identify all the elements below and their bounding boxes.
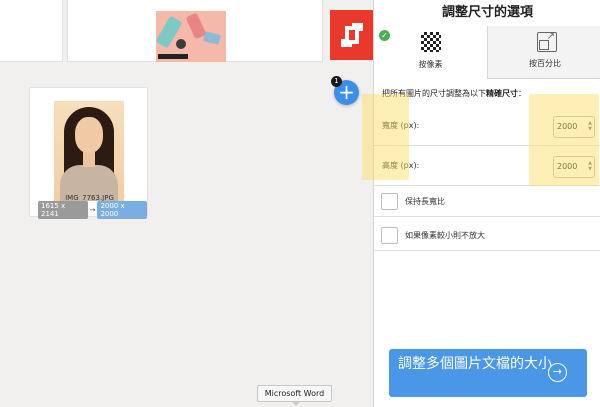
keep-aspect-label: 保持長寬比	[405, 197, 445, 206]
heading-emphasis: 精確尺寸	[486, 89, 518, 98]
highlight-mark	[362, 94, 409, 180]
dock-tooltip: Microsoft Word	[257, 385, 332, 406]
strip-thumbnail[interactable]	[67, 0, 323, 62]
checkerboard-icon	[421, 32, 441, 52]
portrait-thumbnail	[54, 101, 124, 201]
resize-options-panel: 調整尺寸的選項 ✓ 按像素 按百分比 把所有圖片的尺寸調整為以下精確尺寸： 寬度…	[362, 0, 600, 407]
heading-colon: ：	[518, 89, 526, 98]
check-icon: ✓	[379, 30, 390, 41]
original-size-badge: 1615 x 2141	[38, 200, 88, 219]
thumbnail-strip	[0, 0, 373, 66]
arrow-right-circle-icon: →	[548, 363, 567, 382]
highlight-mark	[529, 94, 599, 186]
tab-by-percentage[interactable]: 按百分比	[488, 26, 600, 79]
keep-aspect-row[interactable]: 保持長寬比	[374, 187, 600, 217]
workspace: + 1 IMG_7763.JPG 1615 x 2141 → 2000 x 20…	[0, 0, 373, 407]
file-card[interactable]: IMG_7763.JPG 1615 x 2141 → 2000 x 2000	[29, 87, 148, 219]
artwork-thumbnail	[156, 11, 226, 62]
resize-images-button[interactable]: 調整多個圖片文檔的大小 →	[389, 349, 587, 397]
mode-tabs: ✓ 按像素 按百分比	[374, 26, 600, 79]
tab-label: 按像素	[418, 60, 443, 69]
resize-icon	[537, 31, 557, 52]
no-enlarge-label: 如果像素較小則不放大	[405, 231, 485, 240]
file-count-badge: 1	[331, 76, 342, 87]
panel-title: 調整尺寸的選項	[441, 5, 533, 20]
no-enlarge-checkbox[interactable]	[381, 227, 398, 244]
no-enlarge-row[interactable]: 如果像素較小則不放大	[374, 221, 600, 251]
new-size-badge: 2000 x 2000	[97, 200, 147, 219]
dimension-row: 1615 x 2141 → 2000 x 2000	[38, 200, 147, 219]
resize-button-label: 調整多個圖片文檔的大小	[398, 356, 552, 372]
tab-by-pixels[interactable]: ✓ 按像素	[374, 26, 488, 79]
arrow-right-icon: →	[89, 205, 96, 214]
keep-aspect-checkbox[interactable]	[381, 193, 398, 210]
strip-thumbnail[interactable]	[0, 0, 63, 62]
tab-label: 按百分比	[529, 59, 561, 68]
app-logo-icon[interactable]	[330, 10, 373, 60]
